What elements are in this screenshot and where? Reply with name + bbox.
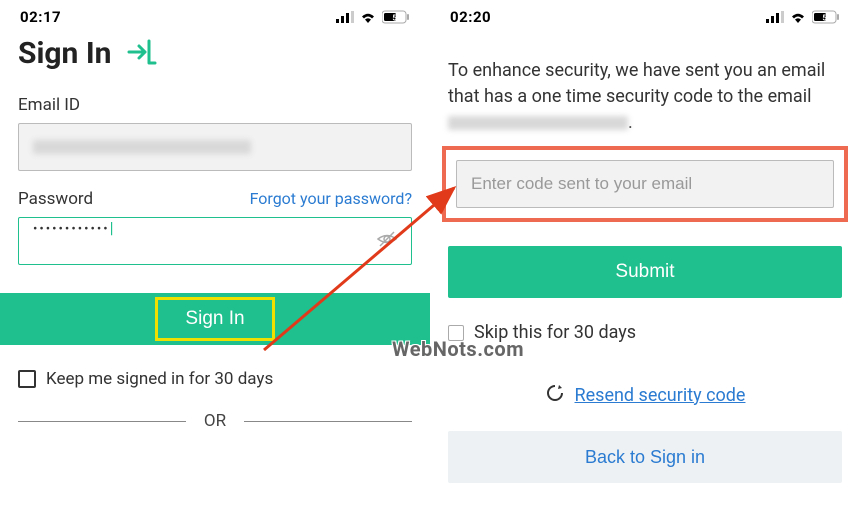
- password-label: Password: [18, 189, 93, 209]
- svg-text:53: 53: [392, 14, 402, 23]
- back-to-signin-button[interactable]: Back to Sign in: [448, 431, 842, 483]
- password-input[interactable]: ••••••••••••|: [18, 217, 412, 265]
- signin-button[interactable]: Sign In: [0, 293, 430, 345]
- svg-text:53: 53: [822, 14, 832, 23]
- highlight-box: [442, 146, 848, 222]
- status-time: 02:17: [20, 8, 61, 26]
- refresh-icon: [545, 383, 565, 407]
- skip-label: Skip this for 30 days: [474, 322, 636, 343]
- submit-button[interactable]: Submit: [448, 246, 842, 298]
- keep-signed-checkbox[interactable]: [18, 370, 36, 388]
- or-divider: OR: [18, 411, 412, 431]
- status-bar: 02:20 53: [430, 0, 860, 32]
- security-code-screen: 02:20 53 To enhance security, we have se…: [430, 0, 860, 506]
- redacted-email: [33, 140, 251, 154]
- security-message: To enhance security, we have sent you an…: [448, 58, 842, 136]
- security-code-input[interactable]: [456, 160, 834, 208]
- wifi-icon: [790, 11, 806, 23]
- status-time: 02:20: [450, 8, 491, 26]
- keep-signed-label: Keep me signed in for 30 days: [46, 369, 273, 389]
- skip-checkbox[interactable]: [448, 325, 464, 341]
- status-bar: 02:17 53: [0, 0, 430, 32]
- signin-screen: 02:17 53 Sign In Email: [0, 0, 430, 506]
- signin-arrow-icon: [125, 37, 159, 71]
- email-input[interactable]: [18, 123, 412, 171]
- resend-code-link[interactable]: Resend security code: [575, 385, 746, 406]
- forgot-password-link[interactable]: Forgot your password?: [250, 189, 412, 208]
- battery-icon: 53: [812, 10, 840, 24]
- redacted-email: [448, 116, 628, 130]
- toggle-visibility-icon[interactable]: [376, 228, 398, 254]
- signal-icon: [336, 11, 354, 23]
- page-title: Sign In: [18, 36, 111, 71]
- email-label: Email ID: [18, 95, 412, 115]
- battery-icon: 53: [382, 10, 410, 24]
- signal-icon: [766, 11, 784, 23]
- wifi-icon: [360, 11, 376, 23]
